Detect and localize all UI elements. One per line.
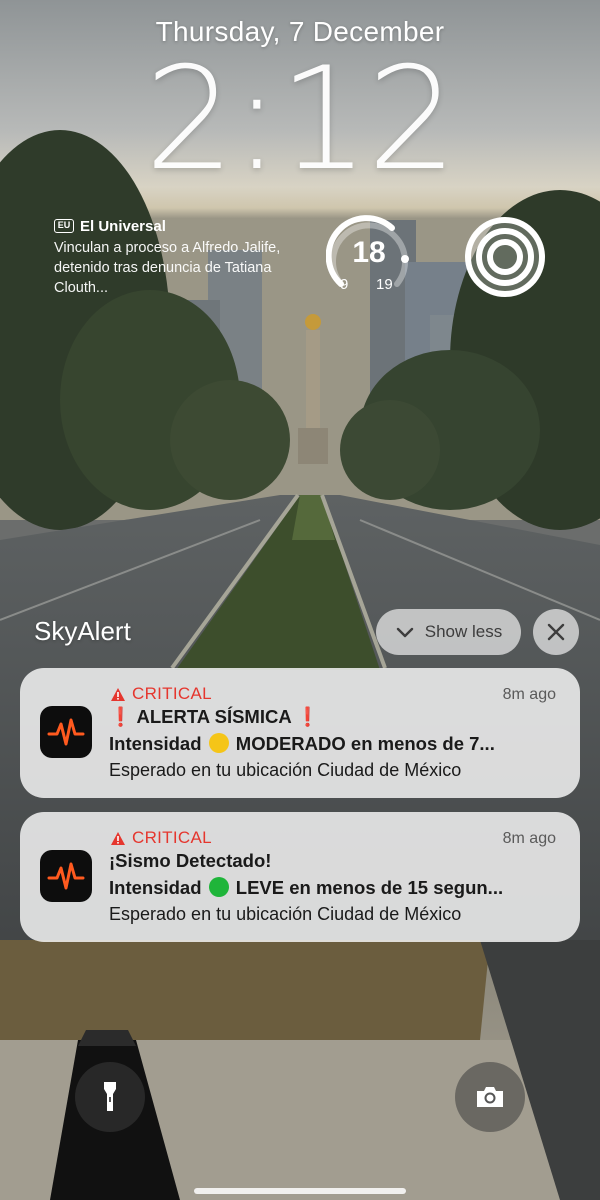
- news-headline: Vinculan a proceso a Alfredo Jalife, det…: [54, 240, 281, 296]
- intensity-label: Intensidad: [109, 877, 202, 898]
- clear-notifications-button[interactable]: [533, 609, 579, 655]
- news-source-name: El Universal: [80, 217, 166, 235]
- concentric-rings-icon: [465, 217, 545, 297]
- notification-title-text: ALERTA SÍSMICA: [136, 706, 292, 727]
- notification-time-ago: 8m ago: [502, 830, 556, 847]
- seismic-wave-icon: [47, 862, 85, 890]
- notification-subtitle: Intensidad LEVE en menos de 15 segun...: [109, 877, 559, 899]
- notification-title: ❗ ALERTA SÍSMICA ❗: [109, 706, 559, 728]
- flashlight-button[interactable]: [75, 1062, 145, 1132]
- warning-icon: [111, 831, 125, 845]
- skyalert-app-icon: [40, 706, 92, 758]
- temperature-high: 19: [376, 276, 393, 293]
- intensity-value: LEVE en menos de 15 segun...: [235, 877, 504, 898]
- show-less-label: Show less: [424, 622, 503, 641]
- flashlight-icon: [104, 1082, 116, 1111]
- notification-group-app-name: SkyAlert: [34, 616, 131, 646]
- intensity-value: MODERADO en menos de 7...: [235, 733, 495, 754]
- skyalert-app-icon: [40, 850, 92, 902]
- critical-level-text: CRITICAL: [132, 828, 212, 847]
- exclamation-emoji: ❗: [109, 706, 133, 727]
- seismic-wave-icon: [47, 718, 85, 746]
- home-indicator[interactable]: [194, 1188, 406, 1194]
- exclamation-emoji: ❗: [296, 706, 320, 727]
- camera-icon: [477, 1087, 503, 1107]
- critical-label: CRITICAL: [110, 684, 212, 704]
- intensity-label: Intensidad: [109, 733, 202, 754]
- critical-label: CRITICAL: [110, 828, 212, 848]
- notification-title: ¡Sismo Detectado!: [109, 850, 272, 871]
- show-less-button[interactable]: Show less: [376, 609, 521, 655]
- notification-subtitle: Intensidad MODERADO en menos de 7...: [109, 733, 559, 755]
- rings-widget[interactable]: [462, 214, 548, 300]
- news-widget[interactable]: EU El Universal Vinculan a proceso a Alf…: [54, 216, 284, 298]
- chevron-down-icon: [396, 627, 413, 638]
- temperature-low: 9: [340, 276, 349, 293]
- yellow-circle-icon: [208, 733, 229, 753]
- news-widget-header: EU El Universal: [54, 216, 284, 236]
- lockscreen-time: 2:12: [144, 37, 458, 202]
- notification-card[interactable]: CRITICAL 8m ago ¡Sismo Detectado! Intens…: [20, 812, 580, 942]
- critical-level-text: CRITICAL: [132, 684, 212, 703]
- notification-body: Esperado en tu ubicación Ciudad de Méxic…: [109, 904, 462, 924]
- temperature-current: 18: [352, 236, 386, 269]
- camera-button[interactable]: [455, 1062, 525, 1132]
- notification-body: Esperado en tu ubicación Ciudad de Méxic…: [109, 760, 462, 780]
- warning-icon: [111, 687, 125, 701]
- notification-time-ago: 8m ago: [502, 686, 556, 703]
- news-source-logo: EU: [54, 219, 74, 233]
- notification-card[interactable]: CRITICAL 8m ago ❗ ALERTA SÍSMICA ❗ Inten…: [20, 668, 580, 798]
- green-circle-icon: [208, 877, 229, 897]
- close-icon: [547, 623, 565, 641]
- temperature-widget[interactable]: 18 9 19: [326, 214, 412, 300]
